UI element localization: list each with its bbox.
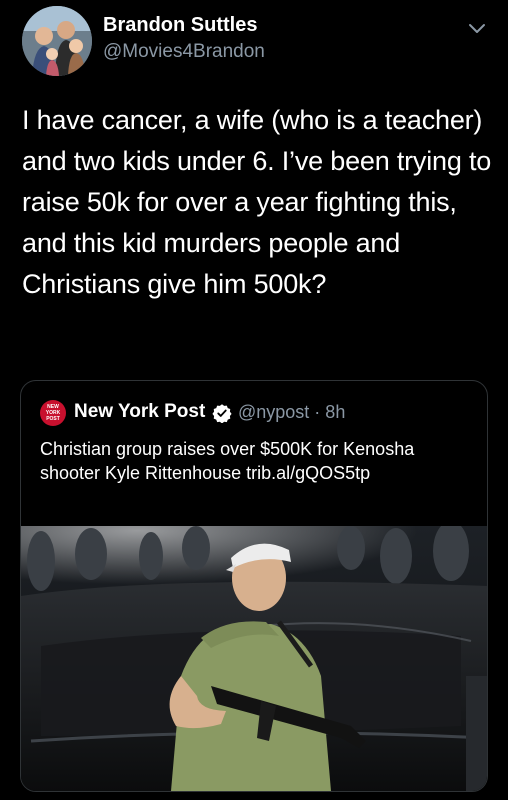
news-photo-image	[21, 526, 487, 791]
quoted-tweet-card[interactable]: NEW YORK POST New York Post @nypost · 8h…	[20, 380, 488, 792]
tweet-body: I have cancer, a wife (who is a teacher)…	[22, 105, 492, 299]
author-avatar[interactable]	[22, 6, 92, 76]
avatar-photo	[22, 6, 92, 76]
nypost-logo: NEW YORK POST	[40, 400, 66, 426]
tweet-header: Brandon Suttles @Movies4Brandon	[0, 0, 508, 80]
quoted-author-name[interactable]: New York Post	[74, 401, 205, 423]
quoted-handle-time: @nypost · 8h	[238, 402, 346, 422]
chevron-down-icon[interactable]	[466, 20, 488, 36]
author-name[interactable]: Brandon Suttles	[103, 14, 257, 37]
author-handle[interactable]: @Movies4Brandon	[103, 41, 265, 63]
nypost-logo-text: NEW YORK POST	[45, 404, 61, 422]
quoted-tweet-text: Christian group raises over $500K for Ke…	[40, 439, 415, 483]
quoted-tweet-photo[interactable]	[21, 526, 487, 791]
verified-badge-icon	[212, 404, 232, 423]
